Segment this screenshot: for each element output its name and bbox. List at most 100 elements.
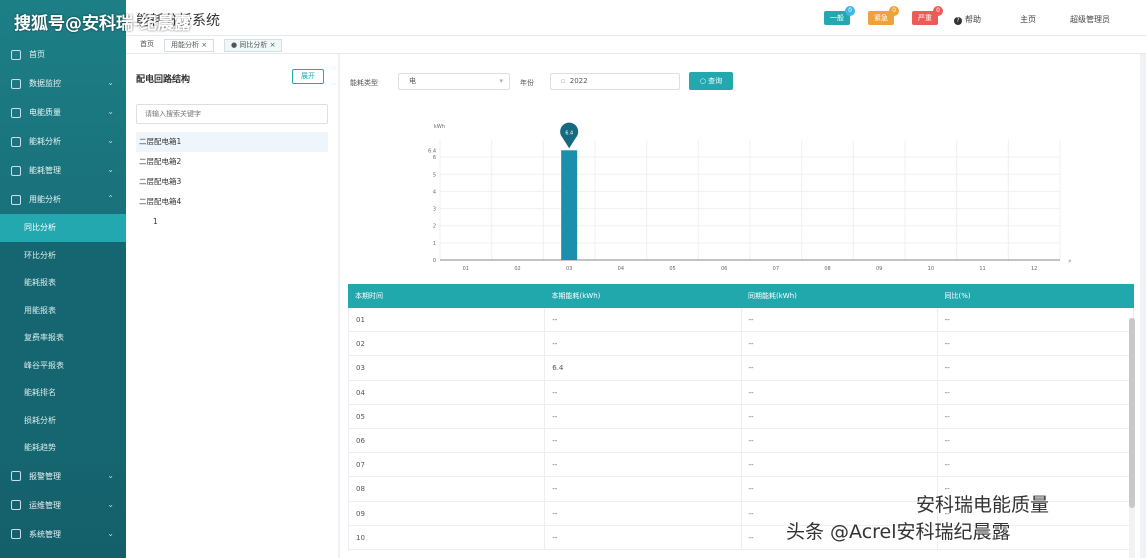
sidebar-item[interactable]: 能耗分析 ⌄ bbox=[0, 127, 126, 156]
sidebar-item[interactable]: 电能质量 ⌄ bbox=[0, 98, 126, 127]
alarm-general-button[interactable]: 一般 0 bbox=[824, 6, 855, 25]
y-tick-label: 3 bbox=[433, 207, 436, 213]
sidebar-item[interactable]: 能耗报表 bbox=[0, 269, 126, 297]
table-row: 06 -- -- -- bbox=[348, 428, 1134, 454]
x-tick-label: 08 bbox=[824, 266, 830, 272]
menu-icon bbox=[11, 78, 21, 89]
table-cell: 03 bbox=[349, 356, 546, 380]
scroll-thumb[interactable] bbox=[1129, 318, 1135, 508]
table-cell: 6.4 bbox=[545, 356, 742, 380]
badge-label: 一般 bbox=[830, 14, 844, 22]
sidebar-item-label: 环比分析 bbox=[24, 250, 56, 260]
menu-icon bbox=[11, 194, 21, 205]
sidebar-item[interactable]: 同比分析 bbox=[0, 214, 126, 242]
tree-node[interactable]: 二层配电箱1 bbox=[136, 132, 328, 152]
table-cell: -- bbox=[938, 453, 1134, 477]
y-tick-label: 5 bbox=[433, 172, 436, 178]
year-picker[interactable]: ▫ 2022 bbox=[550, 73, 680, 90]
breadcrumb-item-yoy[interactable]: ● 同比分析 × bbox=[224, 39, 283, 52]
home-link[interactable]: 主页 bbox=[1020, 14, 1036, 25]
search-icon: ○ bbox=[699, 77, 706, 85]
zoom-icon: ⌕ bbox=[1068, 257, 1072, 265]
sidebar-item[interactable]: 复费率报表 bbox=[0, 324, 126, 352]
badge-label: 严重 bbox=[918, 14, 932, 22]
sidebar-item-label: 损耗分析 bbox=[24, 415, 56, 425]
sidebar-item[interactable]: 系统管理 ⌄ bbox=[0, 520, 126, 549]
table-cell: -- bbox=[742, 453, 938, 477]
badge-count: 0 bbox=[889, 6, 899, 16]
query-button[interactable]: ○ 查询 bbox=[689, 72, 733, 90]
sidebar-item[interactable]: 用能分析 ⌃ bbox=[0, 185, 126, 214]
user-menu[interactable]: 超级管理员 bbox=[1070, 14, 1110, 25]
chevron-icon: ⌄ bbox=[107, 165, 114, 174]
table-cell: -- bbox=[742, 356, 938, 380]
tree-search-input[interactable] bbox=[136, 104, 328, 124]
tree-node[interactable]: 二层配电箱2 bbox=[136, 152, 328, 172]
tree-node[interactable]: 1 bbox=[136, 212, 328, 232]
sidebar-item[interactable]: 运维管理 ⌄ bbox=[0, 491, 126, 520]
year-label: 年份 bbox=[520, 79, 534, 87]
sidebar-item[interactable]: 峰谷平报表 bbox=[0, 351, 126, 379]
badge-label: 紧急 bbox=[874, 14, 888, 22]
year-value: 2022 bbox=[569, 77, 588, 85]
alarm-severe-button[interactable]: 严重 0 bbox=[912, 6, 943, 25]
expand-button[interactable]: 展开 bbox=[292, 69, 324, 84]
energy-type-select[interactable]: 电 ▾ bbox=[398, 73, 510, 90]
menu-icon bbox=[11, 165, 21, 176]
y-tick-label: 2 bbox=[433, 224, 436, 230]
calendar-icon: ▫ bbox=[561, 77, 566, 85]
table-cell: -- bbox=[545, 332, 742, 356]
sidebar-item-label: 报警管理 bbox=[29, 471, 61, 481]
sidebar-item-label: 同比分析 bbox=[24, 223, 56, 233]
sidebar-item-label: 能耗排名 bbox=[24, 388, 56, 398]
sidebar-item[interactable]: 报警管理 ⌄ bbox=[0, 462, 126, 491]
chevron-down-icon: ▾ bbox=[499, 77, 503, 85]
sidebar-item[interactable]: 首页 bbox=[0, 40, 126, 69]
table-scrollbar[interactable] bbox=[1129, 318, 1135, 558]
y-axis-label: kWh bbox=[434, 124, 445, 130]
menu-icon bbox=[11, 49, 21, 60]
sidebar-item[interactable]: 能耗管理 ⌄ bbox=[0, 156, 126, 185]
chevron-icon: ⌄ bbox=[107, 136, 114, 145]
sidebar-item-label: 能耗报表 bbox=[24, 278, 56, 288]
menu-icon bbox=[11, 500, 21, 510]
column-header: 同期能耗(kWh) bbox=[748, 292, 797, 300]
menu-icon bbox=[11, 471, 21, 481]
x-tick-label: 05 bbox=[669, 266, 675, 272]
sidebar-item[interactable]: 环比分析 bbox=[0, 241, 126, 269]
breadcrumb-item-energy[interactable]: 用能分析 × bbox=[164, 39, 215, 52]
sidebar-item[interactable]: 用能报表 bbox=[0, 296, 126, 324]
table-cell: 02 bbox=[349, 332, 546, 356]
table-cell: 07 bbox=[349, 453, 546, 477]
tree-title: 配电回路结构 bbox=[136, 75, 191, 85]
sidebar-item-label: 电能质量 bbox=[29, 108, 61, 117]
tree-node[interactable]: 二层配电箱4 bbox=[136, 192, 328, 212]
help-link[interactable]: ? 帮助 bbox=[954, 14, 981, 25]
help-icon: ? bbox=[954, 17, 962, 25]
breadcrumb-item-home[interactable]: 首页 bbox=[134, 39, 160, 52]
tree-node[interactable]: 二层配电箱3 bbox=[136, 172, 328, 192]
table-cell: 09 bbox=[349, 501, 546, 525]
chevron-icon: ⌄ bbox=[107, 107, 114, 116]
sidebar: 首页 数据监控 ⌄ 电能质量 ⌄ 能耗分析 ⌄ 能耗管理 ⌄ 用能分析 ⌃ 同比分析 环比分析 能耗报表用… bbox=[0, 0, 126, 558]
table-cell: -- bbox=[742, 380, 938, 404]
table-row: 03 6.4 -- -- bbox=[348, 356, 1134, 381]
menu-icon bbox=[11, 107, 21, 118]
table-cell: -- bbox=[545, 477, 742, 501]
table-cell: 05 bbox=[349, 404, 546, 428]
sidebar-item[interactable]: 数据监控 ⌄ bbox=[0, 69, 126, 98]
table-cell: -- bbox=[742, 332, 938, 356]
table-cell: -- bbox=[938, 380, 1134, 404]
x-tick-label: 06 bbox=[721, 266, 727, 272]
sidebar-item-label: 能耗趋势 bbox=[24, 443, 56, 453]
sidebar-item[interactable]: 能耗趋势 bbox=[0, 434, 126, 462]
sidebar-item[interactable]: 能耗排名 bbox=[0, 379, 126, 407]
yoy-bar-chart: kWh01234566.401 02 03 04 05 06 07 08 09 10 11 126.4… bbox=[428, 122, 1072, 272]
table-cell: -- bbox=[742, 477, 938, 501]
y-tick-label: 0 bbox=[433, 258, 436, 264]
query-label: 查询 bbox=[708, 77, 723, 85]
x-tick-label: 10 bbox=[928, 266, 934, 272]
sidebar-item-label: 系统管理 bbox=[29, 529, 61, 539]
sidebar-item[interactable]: 损耗分析 bbox=[0, 406, 126, 434]
alarm-urgent-button[interactable]: 紧急 0 bbox=[868, 6, 899, 25]
